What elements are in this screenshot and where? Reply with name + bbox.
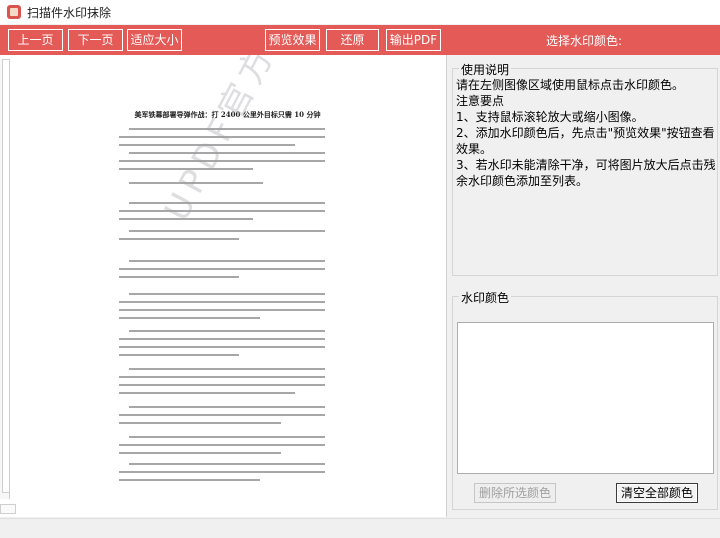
document-text-line — [119, 238, 239, 240]
document-text-line — [119, 392, 295, 394]
next-page-button[interactable]: 下一页 — [68, 29, 123, 51]
watermark-color-list[interactable] — [457, 322, 714, 474]
status-bar — [0, 518, 720, 538]
fit-size-button[interactable]: 适应大小 — [127, 29, 182, 51]
app-logo-icon — [7, 5, 21, 19]
instruction-line: 注意要点 — [456, 94, 505, 108]
document-text-line — [119, 479, 260, 481]
document-text-line — [129, 260, 325, 262]
document-text-line — [119, 422, 281, 424]
document-text-line — [129, 436, 325, 438]
document-text-line — [119, 317, 260, 319]
document-text-line — [119, 414, 325, 416]
vertical-scrollbar[interactable] — [0, 59, 10, 499]
instruction-line: 2、添加水印颜色后，先点击"预览效果"按钮查看效果。 — [456, 126, 715, 156]
preview-effect-button[interactable]: 预览效果 — [265, 29, 320, 51]
instructions-panel: 使用说明 请在左侧图像区域使用鼠标点击水印颜色。 注意要点 1、支持鼠标滚轮放大… — [452, 61, 720, 276]
window-title: 扫描件水印抹除 — [27, 5, 112, 20]
instructions-text: 请在左侧图像区域使用鼠标点击水印颜色。 注意要点 1、支持鼠标滚轮放大或缩小图像… — [456, 77, 720, 189]
document-text-line — [119, 354, 239, 356]
document-text-line — [129, 406, 325, 408]
instruction-line: 3、若水印未能清除干净，可将图片放大后点击残余水印颜色添加至列表。 — [456, 158, 716, 188]
instruction-line: 1、支持鼠标滚轮放大或缩小图像。 — [456, 110, 644, 124]
export-pdf-button[interactable]: 输出PDF — [386, 29, 441, 51]
image-preview-area[interactable]: 美军铁幕部署导弹作战：打 2400 公里外目标只需 10 分钟 UPDF官方水印 — [0, 55, 447, 517]
document-text-line — [119, 471, 325, 473]
document-text-line — [119, 268, 325, 270]
title-bar: 扫描件水印抹除 — [0, 0, 720, 24]
toolbar: 上一页 下一页 适应大小 预览效果 还原 输出PDF 选择水印颜色: — [0, 25, 720, 55]
horizontal-scrollbar[interactable] — [0, 504, 16, 514]
document-text-line — [119, 444, 325, 446]
document-text-line — [119, 376, 325, 378]
document-text-line — [119, 276, 239, 278]
prev-page-button[interactable]: 上一页 — [8, 29, 63, 51]
restore-button[interactable]: 还原 — [326, 29, 379, 51]
document-text-line — [119, 452, 281, 454]
document-text-line — [119, 309, 325, 311]
document-text-line — [129, 230, 325, 232]
document-text-line — [129, 293, 325, 295]
watermark-colors-legend: 水印颜色 — [459, 289, 512, 306]
delete-selected-color-button[interactable]: 删除所选颜色 — [474, 483, 556, 503]
select-watermark-color-label: 选择水印颜色: — [546, 34, 623, 48]
watermark-colors-panel: 水印颜色 删除所选颜色 清空全部颜色 — [452, 289, 718, 510]
clear-all-colors-button[interactable]: 清空全部颜色 — [616, 483, 698, 503]
document-text-line — [119, 338, 325, 340]
instructions-legend: 使用说明 — [459, 61, 512, 78]
instruction-line: 请在左侧图像区域使用鼠标点击水印颜色。 — [456, 78, 685, 92]
document-text-line — [119, 210, 325, 212]
document-text-line — [129, 463, 325, 465]
document-text-line — [119, 301, 325, 303]
document-text-line — [119, 384, 325, 386]
document-text-line — [129, 330, 325, 332]
document-text-line — [119, 346, 325, 348]
document-text-line — [129, 368, 325, 370]
